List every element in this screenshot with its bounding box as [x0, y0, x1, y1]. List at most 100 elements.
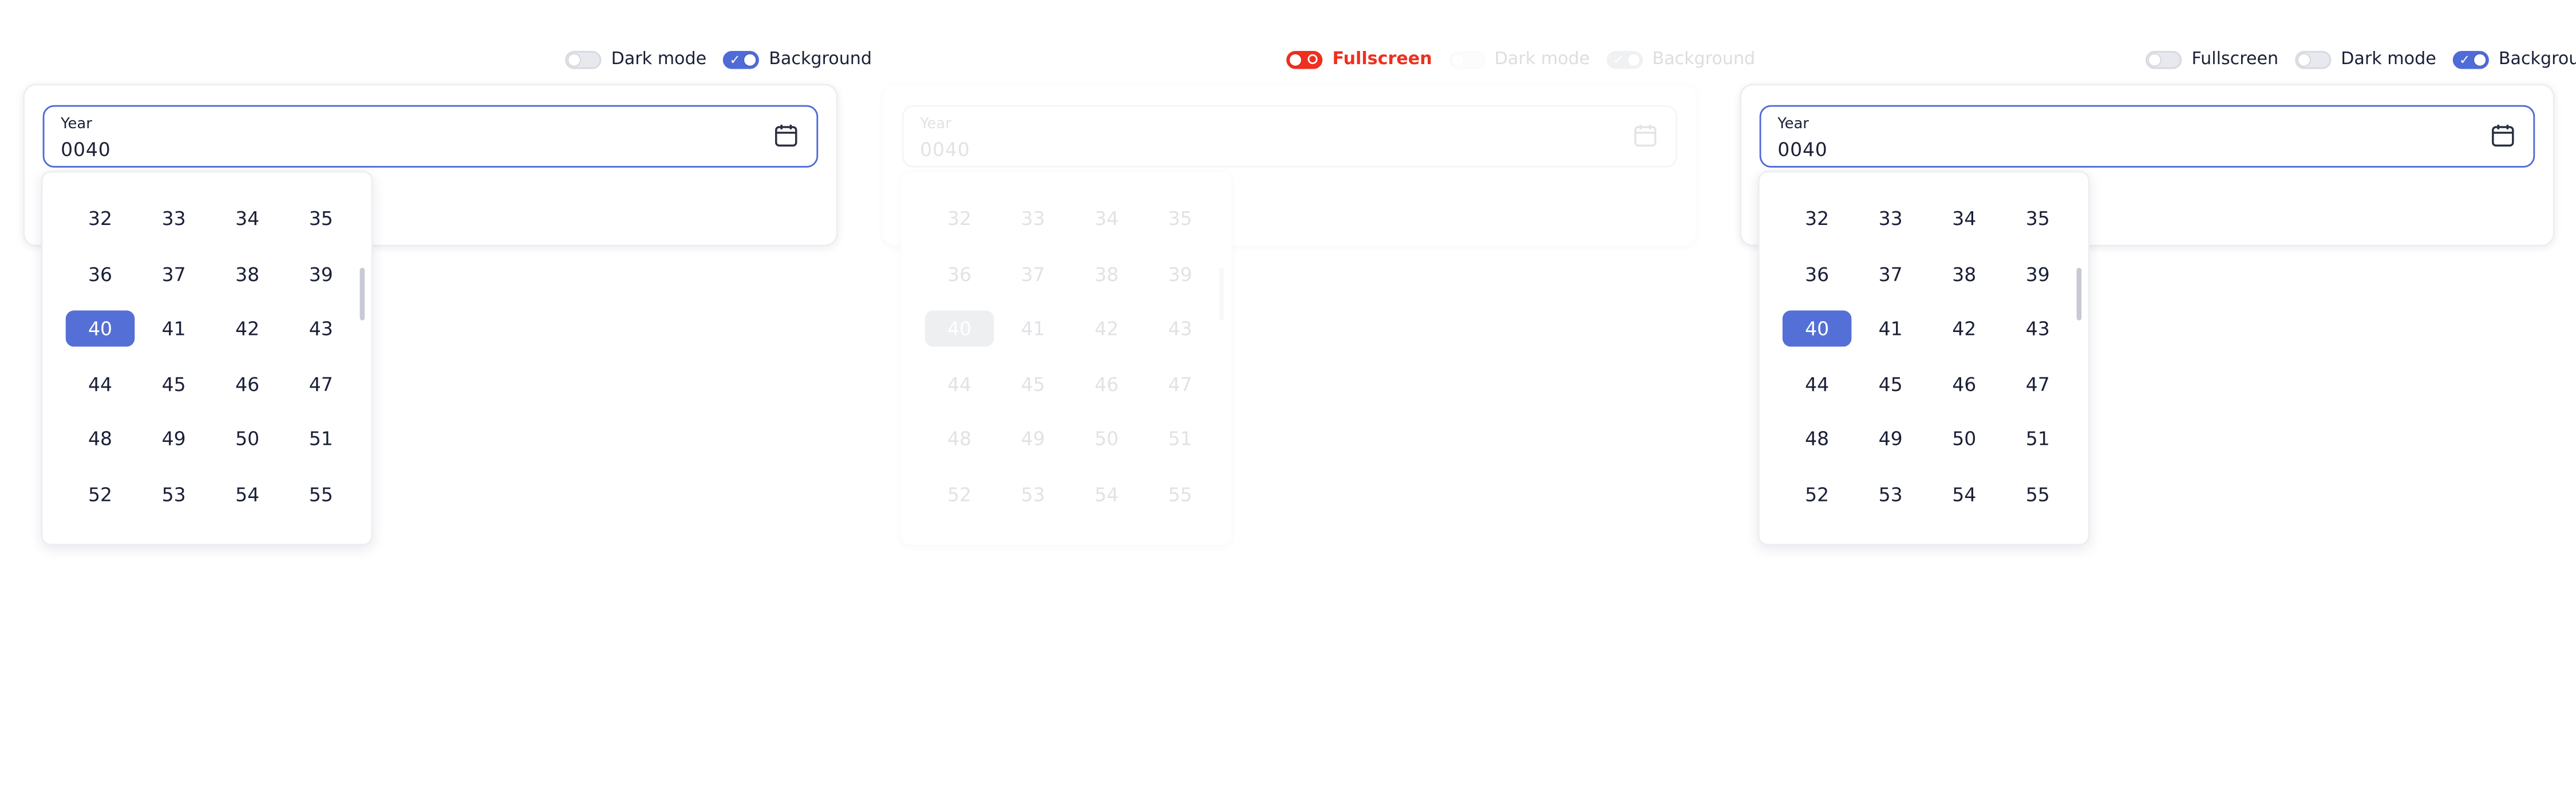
year-option[interactable]: 51: [2004, 421, 2073, 457]
year-option[interactable]: 29: [139, 172, 208, 182]
year-option[interactable]: 39: [2004, 256, 2073, 292]
year-option[interactable]: 32: [66, 201, 135, 237]
year-option[interactable]: 47: [286, 366, 355, 402]
year-option[interactable]: 47: [1145, 366, 1215, 402]
year-option[interactable]: 51: [1145, 421, 1215, 457]
year-option[interactable]: 53: [1856, 476, 1925, 512]
year-option[interactable]: 49: [998, 421, 1068, 457]
year-option[interactable]: 55: [2004, 476, 2073, 512]
year-option[interactable]: 53: [139, 476, 208, 512]
year-option[interactable]: 31: [286, 172, 355, 182]
calendar-icon[interactable]: [2491, 123, 2515, 155]
year-option[interactable]: 47: [2004, 366, 2073, 402]
year-option[interactable]: 30: [1930, 172, 1999, 182]
year-option[interactable]: 37: [139, 256, 208, 292]
scrollbar[interactable]: [2076, 267, 2082, 321]
fullscreen-toggle[interactable]: Fullscreen: [2146, 49, 2278, 69]
year-option[interactable]: 29: [998, 172, 1068, 182]
year-option[interactable]: 35: [286, 201, 355, 237]
year-option[interactable]: 48: [925, 421, 994, 457]
background-toggle[interactable]: ✓ Background: [722, 49, 872, 69]
year-option[interactable]: 38: [1930, 256, 1999, 292]
year-option[interactable]: 54: [1930, 476, 1999, 512]
year-option[interactable]: 46: [1072, 366, 1141, 402]
year-option[interactable]: 31: [2004, 172, 2073, 182]
year-option[interactable]: 39: [1145, 256, 1215, 292]
dark-mode-toggle[interactable]: Dark mode: [565, 49, 706, 69]
year-option-selected[interactable]: 40: [1782, 311, 1852, 347]
year-option[interactable]: 32: [925, 201, 994, 237]
year-field[interactable]: Year 0040: [42, 105, 819, 168]
year-option[interactable]: 43: [286, 311, 355, 347]
toggle-switch[interactable]: ✓: [722, 50, 760, 69]
year-option[interactable]: 45: [1856, 366, 1925, 402]
year-option[interactable]: 45: [139, 366, 208, 402]
year-option[interactable]: 28: [66, 172, 135, 182]
year-option[interactable]: 49: [1856, 421, 1925, 457]
year-option[interactable]: 33: [998, 201, 1068, 237]
background-toggle[interactable]: ✓ Background: [2452, 49, 2576, 69]
year-option[interactable]: 45: [998, 366, 1068, 402]
year-option[interactable]: 39: [286, 256, 355, 292]
year-option[interactable]: 50: [1930, 421, 1999, 457]
year-option[interactable]: 30: [1072, 172, 1141, 182]
scrollbar[interactable]: [359, 267, 365, 321]
year-field[interactable]: Year 0040: [902, 105, 1678, 168]
toggle-switch[interactable]: [2294, 50, 2331, 69]
year-option[interactable]: 41: [1856, 311, 1925, 347]
year-option[interactable]: 46: [1930, 366, 1999, 402]
dark-mode-toggle[interactable]: Dark mode: [2294, 49, 2436, 69]
year-option[interactable]: 48: [66, 421, 135, 457]
year-option[interactable]: 54: [1072, 476, 1141, 512]
year-option[interactable]: 36: [925, 256, 994, 292]
year-option[interactable]: 53: [998, 476, 1068, 512]
year-option[interactable]: 52: [1783, 476, 1852, 512]
year-option[interactable]: 30: [213, 172, 282, 182]
toggle-switch[interactable]: [1448, 50, 1485, 69]
year-option[interactable]: 29: [1856, 172, 1925, 182]
dark-mode-toggle[interactable]: Dark mode: [1448, 49, 1590, 69]
year-option[interactable]: 50: [213, 421, 282, 457]
year-option[interactable]: 31: [1145, 172, 1215, 182]
year-option-selected[interactable]: 40: [924, 311, 994, 347]
year-option[interactable]: 33: [139, 201, 208, 237]
calendar-icon[interactable]: [1633, 123, 1658, 155]
year-field[interactable]: Year 0040: [1759, 105, 2535, 168]
year-option[interactable]: 42: [1930, 311, 1999, 347]
year-option[interactable]: 28: [925, 172, 994, 182]
year-field-value[interactable]: 0040: [920, 138, 970, 161]
year-option[interactable]: 36: [66, 256, 135, 292]
toggle-switch[interactable]: ✓: [2452, 50, 2489, 69]
year-option[interactable]: 28: [1783, 172, 1852, 182]
year-option[interactable]: 34: [213, 201, 282, 237]
year-field-value[interactable]: 0040: [1777, 138, 1827, 161]
year-option[interactable]: 54: [213, 476, 282, 512]
year-option[interactable]: 38: [1072, 256, 1141, 292]
year-option[interactable]: 51: [286, 421, 355, 457]
year-option[interactable]: 52: [66, 476, 135, 512]
year-option[interactable]: 55: [286, 476, 355, 512]
year-option[interactable]: 48: [1783, 421, 1852, 457]
year-option[interactable]: 37: [1856, 256, 1925, 292]
year-option[interactable]: 37: [998, 256, 1068, 292]
toggle-switch[interactable]: [1286, 50, 1323, 69]
year-option[interactable]: 43: [1145, 311, 1215, 347]
scrollbar[interactable]: [1219, 267, 1224, 321]
background-toggle[interactable]: ✓ Background: [1606, 49, 1755, 69]
calendar-icon[interactable]: [774, 123, 799, 155]
toggle-switch[interactable]: [2146, 50, 2182, 69]
year-option[interactable]: 35: [2004, 201, 2073, 237]
year-option[interactable]: 50: [1072, 421, 1141, 457]
year-option[interactable]: 44: [1783, 366, 1852, 402]
year-option[interactable]: 44: [66, 366, 135, 402]
year-option[interactable]: 55: [1145, 476, 1215, 512]
year-option[interactable]: 46: [213, 366, 282, 402]
year-option-selected[interactable]: 40: [65, 311, 135, 347]
year-option[interactable]: 42: [1072, 311, 1141, 347]
year-option[interactable]: 41: [998, 311, 1068, 347]
year-option[interactable]: 38: [213, 256, 282, 292]
year-option[interactable]: 52: [925, 476, 994, 512]
year-option[interactable]: 49: [139, 421, 208, 457]
year-option[interactable]: 32: [1783, 201, 1852, 237]
year-option[interactable]: 42: [213, 311, 282, 347]
